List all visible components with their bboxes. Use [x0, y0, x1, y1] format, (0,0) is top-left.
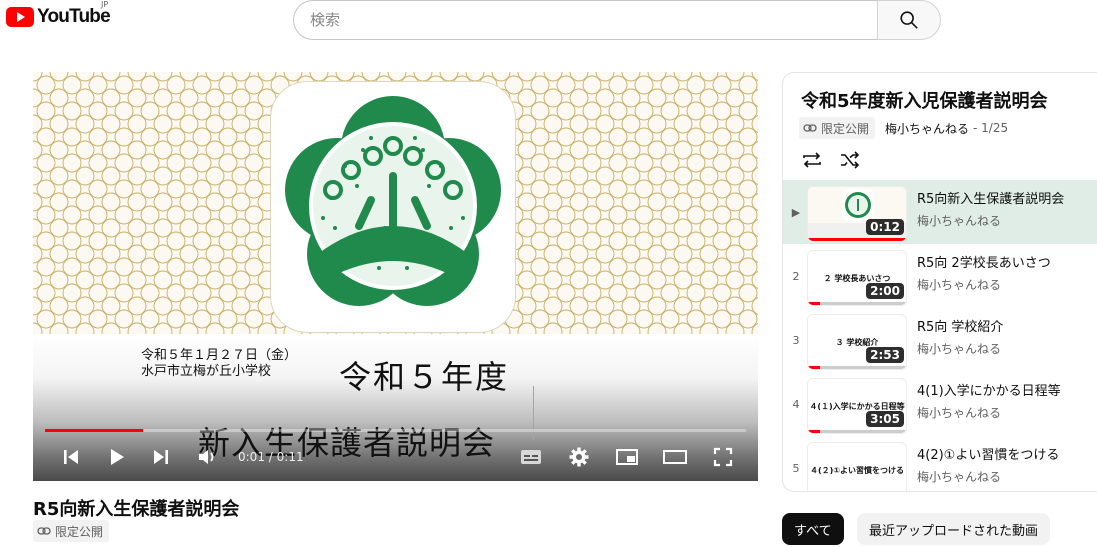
volume-icon: [199, 450, 214, 464]
playlist-item-title: R5向新入生保護者説明会: [917, 192, 1065, 207]
playlist-item-index: 2: [792, 270, 800, 283]
next-button[interactable]: [147, 443, 175, 471]
playlist-item-channel: 梅小ちゃんねる: [917, 406, 1002, 420]
video-player[interactable]: 令和５年１月２７日（金） 水戸市立梅が丘小学校 令和５年度 新入生保護者説明会: [33, 72, 758, 481]
playlist-thumbnail: ３ 学校紹介 2:53: [807, 314, 907, 370]
watch-progress-track: [808, 302, 906, 305]
play-icon: [111, 449, 124, 465]
playlist-thumbnail: ２ 学校長あいさつ 2:00: [807, 250, 907, 306]
fullscreen-icon: [713, 447, 733, 467]
link-icon: [803, 124, 817, 132]
progress-fill: [45, 429, 144, 432]
watch-progress-fill: [808, 238, 906, 241]
slide-date-line2: 水戸市立梅が丘小学校: [141, 364, 272, 379]
previous-button[interactable]: [57, 443, 85, 471]
playlist-item-channel: 梅小ちゃんねる: [917, 214, 1002, 228]
skip-previous-icon: [64, 450, 78, 464]
skip-next-icon: [154, 450, 168, 464]
play-button[interactable]: [103, 443, 131, 471]
playlist-item[interactable]: 4 ４(１)入学にかかる日程等 3:05 4(1)入学にかかる日程等 梅小ちゃん…: [783, 372, 1097, 436]
playlist-visibility-badge: 限定公開: [799, 117, 876, 139]
playlist-meta: 限定公開 梅小ちゃんねる - 1/25: [799, 117, 1008, 139]
visibility-label: 限定公開: [55, 524, 104, 539]
duration-badge: 3:05: [866, 411, 904, 427]
watch-progress-track: [808, 430, 906, 433]
playlist-item-channel: 梅小ちゃんねる: [917, 342, 1002, 356]
playlist-actions: [799, 147, 863, 173]
playlist-item[interactable]: 5 ４(２)①よい習慣をつける 4(2)①よい習慣をつける 梅小ちゃんねる: [783, 436, 1097, 491]
logo-text: YouTube: [37, 6, 111, 27]
playlist-item[interactable]: 2 ２ 学校長あいさつ 2:00 R5向 2学校長あいさつ 梅小ちゃんねる: [783, 244, 1097, 308]
total-time: 0:11: [276, 450, 304, 464]
duration-badge: 0:12: [866, 219, 904, 235]
playlist-visibility-label: 限定公開: [821, 121, 870, 136]
miniplayer-icon: [616, 449, 638, 465]
plum-blossom-emblem-icon: [285, 96, 501, 306]
youtube-play-icon: [6, 7, 34, 27]
search-bar: [293, 0, 941, 40]
current-time: 0:01: [238, 450, 265, 464]
video-title: R5向新入生保護者説明会: [33, 499, 240, 520]
playlist-item-channel: 梅小ちゃんねる: [917, 470, 1002, 484]
settings-button[interactable]: [565, 443, 593, 471]
slide-title-line1: 令和５年度: [339, 358, 510, 396]
shuffle-icon: [841, 151, 860, 169]
playlist-thumbnail: ４(２)①よい習慣をつける: [807, 442, 907, 491]
watch-progress-fill: [808, 366, 820, 369]
chip-all[interactable]: すべて: [782, 513, 844, 545]
thumbnail-text: ４(２)①よい習慣をつける: [809, 466, 905, 475]
playlist-item-title: 4(2)①よい習慣をつける: [917, 448, 1060, 463]
playlist-position: - 1/25: [973, 121, 1009, 135]
playlist-item-index: 3: [792, 334, 800, 347]
gear-icon: [569, 447, 589, 467]
playlist-item-index: 4: [792, 398, 800, 411]
chip-recently-uploaded[interactable]: 最近アップロードされた動画: [857, 513, 1051, 545]
playlist-item-index: 5: [792, 462, 800, 475]
playlist-thumbnail: 0:12: [807, 186, 907, 242]
progress-bar[interactable]: [45, 429, 746, 432]
watch-progress-fill: [808, 430, 820, 433]
search-button[interactable]: [877, 0, 941, 40]
duration-badge: 2:00: [866, 283, 904, 299]
playlist-panel: 令和5年度新入児保護者説明会 限定公開 梅小ちゃんねる - 1/25 ▶ 0:1…: [782, 72, 1097, 492]
search-icon: [900, 11, 918, 29]
playlist-item[interactable]: ▶ 0:12 R5向新入生保護者説明会 梅小ちゃんねる: [783, 180, 1097, 244]
playlist-thumbnail: ４(１)入学にかかる日程等 3:05: [807, 378, 907, 434]
playlist-channel[interactable]: 梅小ちゃんねる: [885, 120, 969, 137]
playlist-item-title: R5向 学校紹介: [917, 320, 1004, 335]
school-emblem-card: [271, 82, 515, 332]
youtube-logo[interactable]: YouTube: [6, 6, 111, 28]
playlist-item-title: 4(1)入学にかかる日程等: [917, 384, 1061, 399]
watch-progress-track: [808, 366, 906, 369]
youtube-watch-page: YouTube JP 検索 令和５年１月２７日（金） 水戸市立梅が丘小学校 令和…: [0, 0, 1097, 547]
loop-button[interactable]: [799, 147, 825, 173]
loop-icon: [803, 152, 821, 168]
playlist-title[interactable]: 令和5年度新入児保護者説明会: [801, 87, 1048, 113]
playlist-item-channel: 梅小ちゃんねる: [917, 278, 1002, 292]
theater-mode-button[interactable]: [661, 443, 689, 471]
subtitles-icon: [521, 450, 541, 464]
now-playing-indicator: ▶: [791, 206, 801, 219]
time-separator: /: [268, 450, 273, 464]
link-icon: [37, 527, 51, 535]
slide-date-line1: 令和５年１月２７日（金）: [141, 348, 298, 363]
shuffle-button[interactable]: [837, 147, 863, 173]
volume-button[interactable]: [193, 443, 221, 471]
time-display: 0:01 / 0:11: [238, 450, 304, 464]
slide-date: 令和５年１月２７日（金） 水戸市立梅が丘小学校: [141, 348, 297, 380]
fullscreen-button[interactable]: [709, 443, 737, 471]
subtitles-button[interactable]: [517, 443, 545, 471]
search-input[interactable]: [293, 0, 877, 40]
theater-mode-icon: [663, 450, 687, 464]
playlist-item-title: R5向 2学校長あいさつ: [917, 256, 1051, 271]
duration-badge: 2:53: [866, 347, 904, 363]
visibility-badge: 限定公開: [33, 520, 110, 542]
watch-progress-fill: [808, 302, 820, 305]
country-code: JP: [101, 0, 109, 9]
miniplayer-button[interactable]: [613, 443, 641, 471]
playlist-item[interactable]: 3 ３ 学校紹介 2:53 R5向 学校紹介 梅小ちゃんねる: [783, 308, 1097, 372]
